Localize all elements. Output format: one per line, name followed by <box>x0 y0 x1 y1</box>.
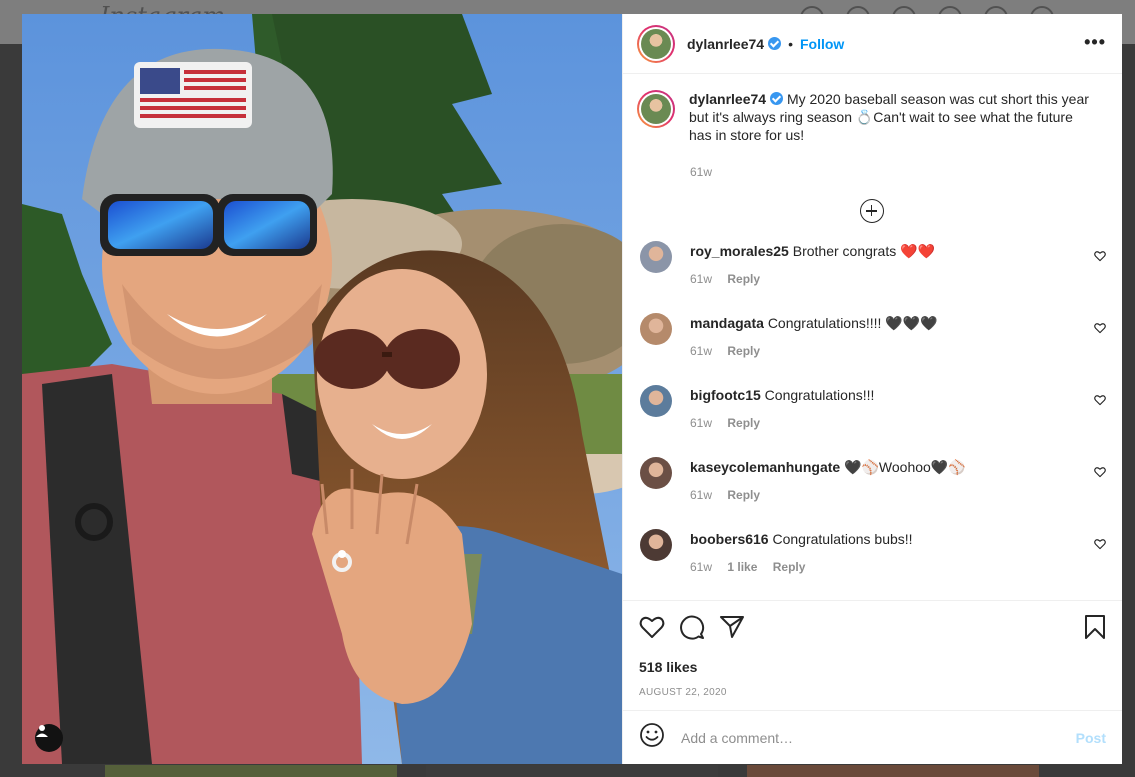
post-details-panel: dylanrlee74 • Follow ••• dylanrlee74 My … <box>622 14 1122 764</box>
comment-timestamp[interactable]: 61w <box>690 416 712 430</box>
heart-icon[interactable] <box>1094 465 1106 483</box>
comment-text-line: roy_morales25 Brother congrats ❤️❤️ <box>690 242 935 260</box>
comment-input[interactable] <box>679 728 1076 747</box>
post-date[interactable]: AUGUST 22, 2020 <box>639 687 1106 698</box>
comments-list[interactable]: dylanrlee74 My 2020 baseball season was … <box>623 74 1122 600</box>
verified-icon <box>768 37 782 50</box>
comment-body: boobers616 Congratulations bubs!! 61w 1 … <box>690 529 913 574</box>
comment-row: bigfootc15 Congratulations!!! 61w Reply <box>637 385 1106 457</box>
share-icon[interactable] <box>719 615 745 644</box>
comment-row: roy_morales25 Brother congrats ❤️❤️ 61w … <box>637 241 1106 313</box>
comment-timestamp[interactable]: 61w <box>690 272 712 286</box>
comment-body: bigfootc15 Congratulations!!! 61w Reply <box>690 385 874 430</box>
heart-icon[interactable] <box>639 615 665 644</box>
background-grid-tile <box>747 765 1039 777</box>
comment-rows: roy_morales25 Brother congrats ❤️❤️ 61w … <box>637 241 1106 600</box>
comment-likes[interactable]: 1 like <box>727 560 757 574</box>
reply-button[interactable]: Reply <box>727 344 760 358</box>
comment-icon[interactable] <box>679 614 705 645</box>
comment-text: Congratulations!!! <box>764 387 875 403</box>
likes-count[interactable]: 518 likes <box>639 659 1106 675</box>
author-avatar[interactable] <box>637 24 675 63</box>
commenter-username[interactable]: boobers616 <box>690 531 769 547</box>
background-grid-tile <box>426 765 718 777</box>
commenter-avatar[interactable] <box>640 457 672 489</box>
commenter-username[interactable]: mandagata <box>690 315 764 331</box>
author-username[interactable]: dylanrlee74 <box>687 36 764 52</box>
comment-timestamp[interactable]: 61w <box>690 560 712 574</box>
post-comment-button[interactable]: Post <box>1076 730 1106 746</box>
post-header: dylanrlee74 • Follow ••• <box>623 14 1122 74</box>
comment-meta: 61w Reply <box>690 272 935 286</box>
comment-row: boobers616 Congratulations bubs!! 61w 1 … <box>637 529 1106 600</box>
heart-icon[interactable] <box>1094 249 1106 267</box>
caption-line-3: has in store for us! <box>689 127 805 143</box>
comment-row: mandagata Congratulations!!!! 🖤🖤🖤 61w Re… <box>637 313 1106 385</box>
reply-button[interactable]: Reply <box>727 416 760 430</box>
header-separator: • <box>788 35 793 52</box>
reply-button[interactable]: Reply <box>773 560 806 574</box>
commenter-username[interactable]: bigfootc15 <box>690 387 761 403</box>
comment-text: 🖤⚾Woohoo🖤⚾ <box>844 459 966 475</box>
commenter-avatar[interactable] <box>640 313 672 345</box>
post-photo[interactable] <box>22 14 622 764</box>
verified-icon <box>770 92 784 105</box>
add-comment-bar: Post <box>623 710 1122 764</box>
engagement-photo-illustration <box>22 14 622 764</box>
caption-text: dylanrlee74 My 2020 baseball season was … <box>689 90 1099 144</box>
comment-meta: 61w Reply <box>690 344 938 358</box>
comment-text-line: mandagata Congratulations!!!! 🖤🖤🖤 <box>690 314 938 332</box>
follow-button[interactable]: Follow <box>800 36 844 52</box>
author-avatar-image <box>641 28 671 59</box>
comment-text: Congratulations bubs!! <box>772 531 913 547</box>
comment-text: Brother congrats ❤️❤️ <box>792 243 935 259</box>
comment-row: kaseycolemanhungate 🖤⚾Woohoo🖤⚾ 61w Reply <box>637 457 1106 529</box>
action-icons-row <box>639 614 1106 645</box>
commenter-username[interactable]: kaseycolemanhungate <box>690 459 840 475</box>
caption-line-2: but it's always ring season 💍Can't wait … <box>689 109 1073 125</box>
heart-icon[interactable] <box>1094 321 1106 339</box>
commenter-avatar[interactable] <box>640 241 672 273</box>
post-modal: dylanrlee74 • Follow ••• dylanrlee74 My … <box>22 14 1122 764</box>
user-tag-icon <box>36 725 48 737</box>
comment-meta: 61w 1 like Reply <box>690 560 913 574</box>
commenter-username[interactable]: roy_morales25 <box>690 243 789 259</box>
comment-body: mandagata Congratulations!!!! 🖤🖤🖤 61w Re… <box>690 313 938 358</box>
post-actions: 518 likes AUGUST 22, 2020 <box>623 600 1122 710</box>
comment-timestamp[interactable]: 61w <box>690 488 712 502</box>
caption-username[interactable]: dylanrlee74 <box>689 91 766 107</box>
comment-body: kaseycolemanhungate 🖤⚾Woohoo🖤⚾ 61w Reply <box>690 457 966 502</box>
comment-body: roy_morales25 Brother congrats ❤️❤️ 61w … <box>690 241 935 286</box>
bookmark-icon[interactable] <box>1084 614 1106 645</box>
caption-timestamp[interactable]: 61w <box>690 165 1106 179</box>
more-icon[interactable]: ••• <box>1084 32 1106 53</box>
comment-timestamp[interactable]: 61w <box>690 344 712 358</box>
commenter-avatar[interactable] <box>640 385 672 417</box>
emoji-icon[interactable] <box>639 722 665 753</box>
reply-button[interactable]: Reply <box>727 488 760 502</box>
plus-circle-icon[interactable] <box>859 199 884 223</box>
reply-button[interactable]: Reply <box>727 272 760 286</box>
comment-meta: 61w Reply <box>690 416 874 430</box>
caption-author-avatar-image <box>641 94 671 124</box>
caption-author-avatar[interactable] <box>637 90 675 128</box>
heart-icon[interactable] <box>1094 537 1106 555</box>
tagged-users-button[interactable] <box>35 724 63 752</box>
comment-text-line: kaseycolemanhungate 🖤⚾Woohoo🖤⚾ <box>690 458 966 476</box>
caption-line-1: My 2020 baseball season was cut short th… <box>786 91 1089 107</box>
caption: dylanrlee74 My 2020 baseball season was … <box>637 90 1106 144</box>
commenter-avatar[interactable] <box>640 529 672 561</box>
comment-text-line: bigfootc15 Congratulations!!! <box>690 386 874 404</box>
comment-text: Congratulations!!!! 🖤🖤🖤 <box>767 315 938 331</box>
heart-icon[interactable] <box>1094 393 1106 411</box>
comment-meta: 61w Reply <box>690 488 966 502</box>
comment-text-line: boobers616 Congratulations bubs!! <box>690 530 913 548</box>
background-grid-tile <box>105 765 397 777</box>
